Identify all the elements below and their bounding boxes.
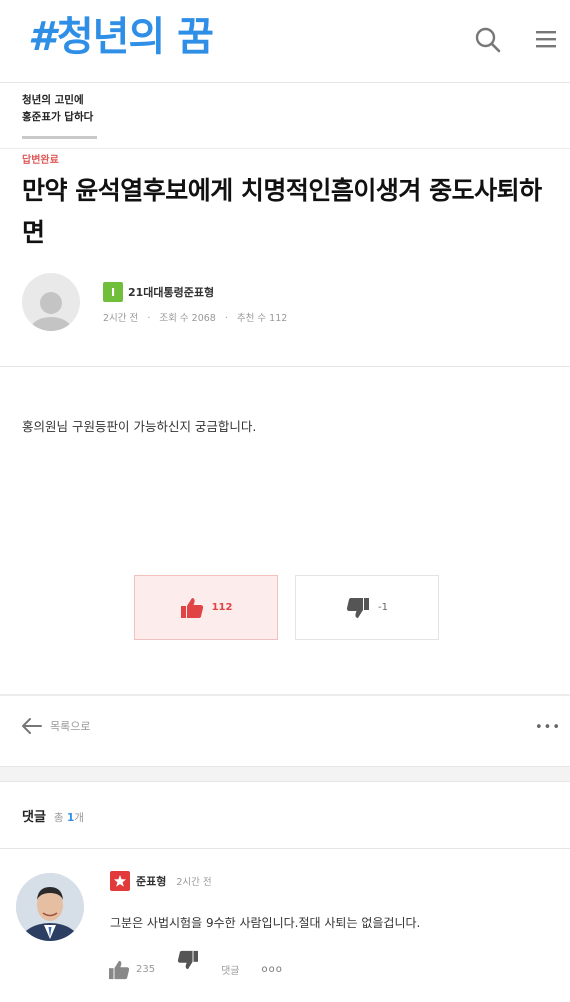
more-options-button[interactable]: ••• [535,720,561,735]
upvote-count: 112 [211,602,233,613]
divider [0,694,570,696]
back-to-list-button[interactable]: 목록으로 [22,718,90,734]
comment-more-button[interactable]: ooo [262,964,283,975]
search-icon[interactable] [474,26,502,58]
thumbs-up-icon [109,960,130,979]
avatar[interactable] [22,273,80,331]
author-name: 21대대통령준표형 [128,286,215,299]
tab-youth-qna[interactable]: 청년의 고민에 홍준표가 답하다 [22,92,97,126]
logo[interactable]: #청년의 꿈 [28,12,214,62]
divider [0,848,570,849]
view-count: 조회 수 2068 [159,313,216,324]
comment-text: 그분은 사법시험을 9수한 사람입니다.절대 사퇴는 없을겁니다. [110,916,421,930]
thumbs-down-icon [178,950,199,970]
arrow-left-icon [22,718,42,734]
comment-like-button[interactable]: 235 [108,960,155,980]
party-badge-icon [110,871,130,891]
thumbs-up-icon [180,597,203,618]
comment-reply-button[interactable]: 댓글 [221,962,239,977]
post-time: 2시간 전 [103,313,139,324]
status-badge: 답변완료 [22,155,59,166]
level-badge-icon: I [103,282,123,302]
tab-indicator [22,136,97,139]
comment-time: 2시간 전 [176,877,212,888]
back-label: 목록으로 [50,720,91,733]
tab-label-line2: 홍준표가 답하다 [22,111,94,123]
upvote-button[interactable]: 112 [134,575,278,640]
comments-header: 댓글 총 1개 [22,806,84,825]
recommend-count: 추천 수 112 [236,313,288,324]
comments-total: 총 1개 [53,812,84,824]
tab-label-line1: 청년의 고민에 [22,94,84,106]
comment-author[interactable]: 준표형 2시간 전 [110,871,212,891]
post-body: 홍의원님 구원등판이 가능하신지 궁금합니다. [22,419,257,434]
downvote-count: -1 [378,602,388,613]
downvote-button[interactable]: -1 [295,575,439,640]
comments-title: 댓글 [22,810,46,825]
sub-navigation: 청년의 고민에 홍준표가 답하다 [0,82,570,149]
avatar[interactable] [16,873,84,941]
post-title: 만약 윤석열후보에게 치명적인흠이생겨 중도사퇴하면 [22,176,542,247]
comment-dislike-button[interactable] [177,950,199,973]
app-header: #청년의 꿈 [0,0,570,83]
comment-author-name: 준표형 [136,875,167,888]
thumbs-down-icon [346,597,369,618]
comment-actions: 235 댓글 ooo [108,950,283,981]
comment-like-count: 235 [136,964,156,975]
post-meta: 2시간 전 · 조회 수 2068 · 추천 수 112 [103,313,288,324]
post-author[interactable]: I 21대대통령준표형 [103,282,214,302]
divider [0,366,570,367]
menu-icon[interactable] [535,28,557,54]
section-divider [0,766,570,782]
